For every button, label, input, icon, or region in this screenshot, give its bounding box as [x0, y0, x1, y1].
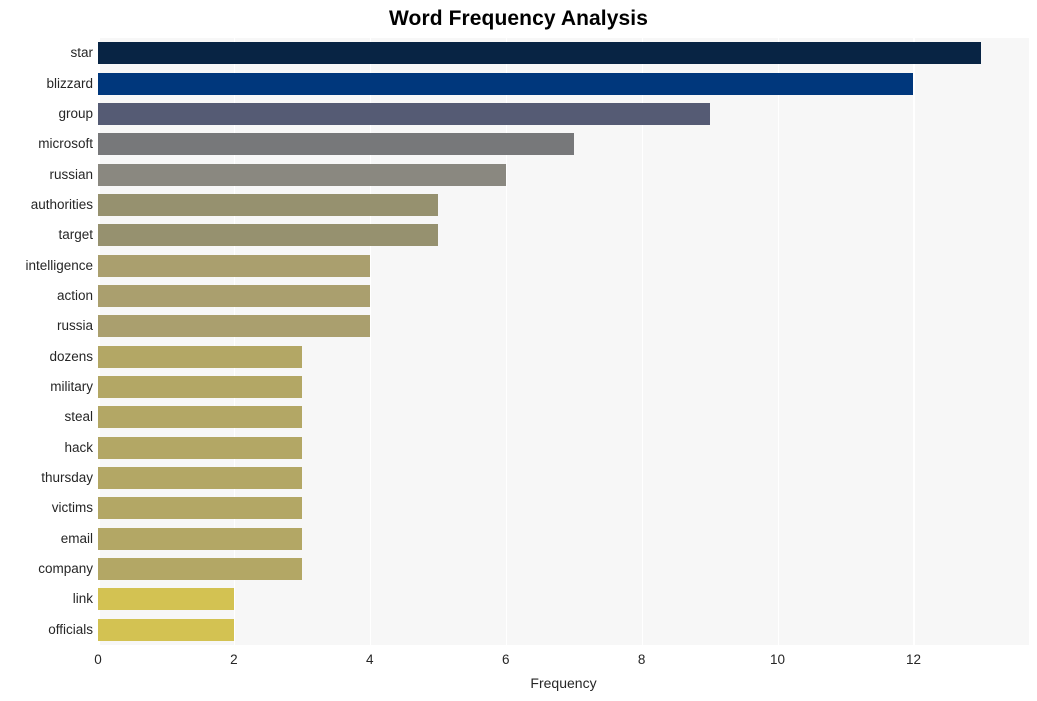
y-tick-label-victims: victims [51, 500, 93, 516]
bar-russian[interactable] [98, 163, 506, 186]
bar-thursday[interactable] [98, 467, 302, 490]
y-tick-label-link: link [72, 591, 93, 607]
bar-russia[interactable] [98, 315, 370, 338]
bar-hack[interactable] [98, 436, 302, 459]
x-tick-label-0: 0 [94, 652, 102, 667]
y-tick-label-company: company [38, 561, 93, 577]
bar-microsoft[interactable] [98, 133, 574, 156]
bar-blizzard[interactable] [98, 72, 914, 95]
y-tick-label-authorities: authorities [30, 196, 93, 212]
bar-row [98, 615, 1029, 645]
x-tick-label-6: 6 [501, 652, 510, 667]
x-tick-label-2: 2 [230, 652, 238, 667]
bar-email[interactable] [98, 527, 302, 550]
y-tick-label-email: email [60, 530, 93, 546]
bar-row [98, 68, 1029, 98]
y-tick-label-target: target [58, 227, 93, 243]
bar-row [98, 129, 1029, 159]
plot-area [98, 38, 1029, 645]
y-tick-label-russia: russia [56, 318, 93, 334]
bar-row [98, 99, 1029, 129]
x-axis-title: Frequency [530, 675, 597, 691]
bar-row [98, 402, 1029, 432]
bar-company[interactable] [98, 558, 302, 581]
bar-row [98, 584, 1029, 614]
bar-group[interactable] [98, 102, 710, 125]
y-tick-label-star: star [70, 45, 93, 61]
bar-officials[interactable] [98, 618, 234, 641]
bar-row [98, 190, 1029, 220]
bar-row [98, 250, 1029, 280]
bar-star[interactable] [98, 42, 982, 65]
bar-row [98, 493, 1029, 523]
bar-military[interactable] [98, 376, 302, 399]
y-tick-label-military: military [50, 379, 93, 395]
bar-link[interactable] [98, 588, 234, 611]
bar-row [98, 463, 1029, 493]
y-axis-tick-labels: star blizzard group microsoft russian authori… [0, 38, 93, 645]
bar-dozens[interactable] [98, 345, 302, 368]
bars-container [98, 38, 1029, 645]
y-tick-label-dozens: dozens [49, 348, 93, 364]
bar-action[interactable] [98, 284, 370, 307]
bar-row [98, 311, 1029, 341]
y-tick-label-action: action [56, 287, 93, 303]
bar-row [98, 38, 1029, 68]
bar-row [98, 433, 1029, 463]
bar-victims[interactable] [98, 497, 302, 520]
bar-authorities[interactable] [98, 193, 438, 216]
x-tick-label-12: 12 [905, 652, 921, 667]
bar-target[interactable] [98, 224, 438, 247]
y-tick-label-blizzard: blizzard [46, 75, 93, 91]
chart-title: Word Frequency Analysis [388, 7, 649, 30]
bar-row [98, 342, 1029, 372]
x-tick-label-4: 4 [366, 652, 374, 667]
bar-row [98, 372, 1029, 402]
bar-row [98, 554, 1029, 584]
bar-intelligence[interactable] [98, 254, 370, 277]
y-tick-label-officials: officials [48, 621, 93, 637]
x-tick-label-10: 10 [770, 652, 786, 667]
y-tick-label-microsoft: microsoft [38, 136, 93, 152]
y-tick-label-hack: hack [64, 439, 93, 455]
y-tick-label-group: group [58, 105, 93, 121]
bar-row [98, 159, 1029, 189]
bar-row [98, 220, 1029, 250]
y-tick-label-thursday: thursday [41, 470, 93, 486]
x-axis-tick-labels: 0 2 4 6 8 10 12 [0, 651, 1037, 673]
word-frequency-chart-figure: Word Frequency Analysis star blizzard grou… [0, 0, 1037, 701]
bar-steal[interactable] [98, 406, 302, 429]
bar-row [98, 524, 1029, 554]
x-tick-label-8: 8 [637, 652, 646, 667]
bar-row [98, 281, 1029, 311]
y-tick-label-steal: steal [64, 409, 93, 425]
y-tick-label-russian: russian [49, 166, 93, 182]
y-tick-label-intelligence: intelligence [25, 257, 93, 273]
